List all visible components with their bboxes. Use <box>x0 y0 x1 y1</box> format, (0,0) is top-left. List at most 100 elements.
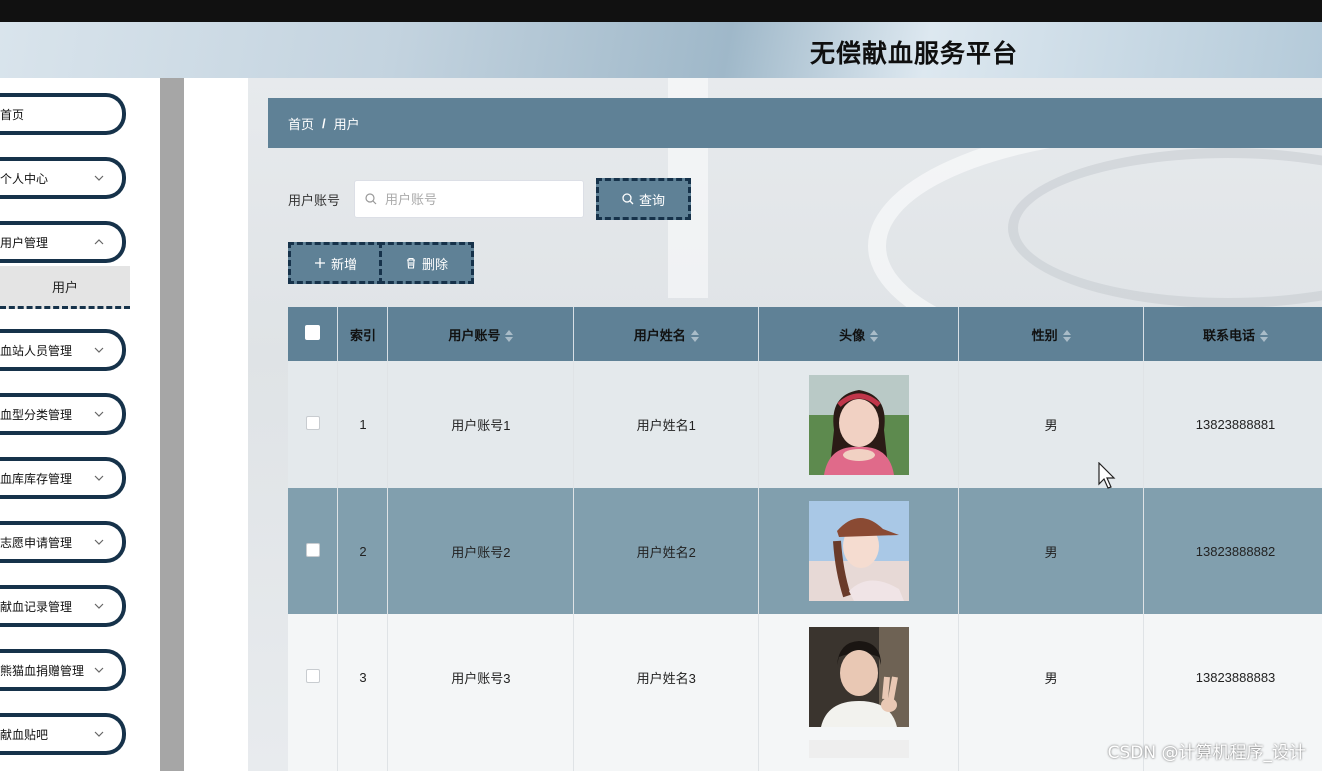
avatar-boy-peace[interactable] <box>808 627 909 727</box>
sidebar-item-label: 血型分类管理 <box>0 407 73 422</box>
chevron-down-icon <box>94 667 104 673</box>
sidebar-item-donation-records[interactable]: 献血记录管理 <box>0 585 126 627</box>
sidebar-item-label: 血库库存管理 <box>0 471 73 486</box>
chevron-down-icon <box>94 411 104 417</box>
add-button-label: 新增 <box>330 256 357 272</box>
cell-account: 用户账号3 <box>387 614 575 740</box>
sidebar-item-blood-type[interactable]: 血型分类管理 <box>0 393 126 435</box>
chevron-down-icon <box>94 603 104 609</box>
submenu-item-user[interactable]: 用户 <box>0 266 130 309</box>
cell-gender: 男 <box>958 614 1145 740</box>
sidebar-item-forum[interactable]: 献血贴吧 <box>0 713 126 755</box>
avatar-girl-headband[interactable] <box>808 374 909 475</box>
search-icon <box>622 193 634 205</box>
column-header-name[interactable]: 用户姓名 <box>573 307 760 361</box>
sidebar-item-label: 献血贴吧 <box>0 727 49 742</box>
column-header-avatar[interactable]: 头像 <box>758 307 960 361</box>
column-header-phone[interactable]: 联系电话 <box>1143 307 1322 361</box>
chevron-up-icon <box>94 239 104 245</box>
chevron-down-icon <box>94 475 104 481</box>
table-row[interactable]: 3 用户账号3 用户姓名3 男 13823888883 <box>288 614 1322 740</box>
avatar-girl-cap[interactable] <box>808 501 909 601</box>
action-bar: 新增 删除 <box>288 242 474 284</box>
column-header-label: 联系电话 <box>1203 327 1256 343</box>
sort-icon[interactable] <box>1062 330 1071 343</box>
column-header-account[interactable]: 用户账号 <box>387 307 575 361</box>
delete-button-label: 删除 <box>421 256 448 272</box>
column-header-label: 头像 <box>839 327 866 343</box>
cell-phone: 13823888882 <box>1143 488 1322 614</box>
sidebar: 首页 个人中心 用户管理 用户 血站人员管理 血型分类管理 血库库存管理 志愿申… <box>0 78 160 771</box>
cell-index: 1 <box>337 361 389 488</box>
cell-name: 用户姓名1 <box>573 361 760 488</box>
app-title: 无偿献血服务平台 <box>810 39 1019 68</box>
sidebar-scrollbar[interactable] <box>160 78 184 771</box>
cell-phone: 13823888881 <box>1143 361 1322 488</box>
sort-icon[interactable] <box>1260 330 1269 343</box>
cell-index <box>337 740 389 771</box>
breadcrumb: 首页 / 用户 <box>268 98 1322 148</box>
sidebar-item-blood-inventory[interactable]: 血库库存管理 <box>0 457 126 499</box>
watermark: CSDN @计算机程序_设计 <box>1107 743 1306 763</box>
breadcrumb-separator: / <box>322 115 326 131</box>
sidebar-item-label: 血站人员管理 <box>0 343 73 358</box>
row-checkbox[interactable] <box>305 416 320 430</box>
sidebar-item-label: 献血记录管理 <box>0 599 73 614</box>
column-header-gender[interactable]: 性别 <box>958 307 1145 361</box>
row-select-cell <box>288 614 339 740</box>
query-button[interactable]: 查询 <box>596 178 692 220</box>
sidebar-item-label: 熊猫血捐赠管理 <box>0 663 85 678</box>
chevron-down-icon <box>94 347 104 353</box>
sidebar-item-label: 志愿申请管理 <box>0 535 73 550</box>
table-row[interactable]: 1 用户账号1 用户姓名1 男 13823888881 <box>288 361 1322 488</box>
sidebar-item-label: 首页 <box>0 107 25 122</box>
window-top-bar <box>0 0 1322 22</box>
sidebar-item-personal-center[interactable]: 个人中心 <box>0 157 126 199</box>
table-row[interactable]: 2 用户账号2 用户姓名2 男 13823888882 <box>288 488 1322 614</box>
add-button[interactable]: 新增 <box>288 242 383 284</box>
sort-icon[interactable] <box>690 330 699 343</box>
query-button-label: 查询 <box>639 192 666 208</box>
select-all-checkbox[interactable] <box>305 325 321 340</box>
search-box[interactable] <box>354 180 585 218</box>
cell-account <box>387 740 575 771</box>
plus-icon <box>314 258 325 268</box>
search-input[interactable] <box>383 190 578 208</box>
sort-icon[interactable] <box>870 330 879 343</box>
column-header-label: 用户姓名 <box>633 327 686 343</box>
search-row: 用户账号 查询 <box>288 178 692 220</box>
sidebar-item-user-management[interactable]: 用户管理 <box>0 221 126 263</box>
row-select-cell <box>288 740 339 771</box>
cell-name: 用户姓名2 <box>573 488 760 614</box>
sidebar-item-label: 个人中心 <box>0 171 49 186</box>
spacer <box>184 78 248 771</box>
cell-index: 2 <box>337 488 389 614</box>
cell-account: 用户账号1 <box>387 361 575 488</box>
chevron-down-icon <box>94 175 104 181</box>
cell-avatar <box>758 614 960 740</box>
breadcrumb-current: 用户 <box>333 116 360 132</box>
sidebar-item-volunteer-application[interactable]: 志愿申请管理 <box>0 521 126 563</box>
column-header-label: 性别 <box>1031 327 1058 343</box>
search-label: 用户账号 <box>288 192 341 208</box>
breadcrumb-home[interactable]: 首页 <box>288 114 314 133</box>
sidebar-item-blood-station-staff[interactable]: 血站人员管理 <box>0 329 126 371</box>
delete-button[interactable]: 删除 <box>379 242 474 284</box>
row-checkbox[interactable] <box>305 542 320 557</box>
sidebar-item-panda-blood[interactable]: 熊猫血捐赠管理 <box>0 649 126 691</box>
cell-name: 用户姓名3 <box>573 614 760 740</box>
cell-account: 用户账号2 <box>387 488 575 614</box>
user-table: 索引 用户账号 用户姓名 头像 性别 联系电话 1 用户账号1 用户姓名1 男 … <box>288 307 1322 771</box>
avatar-partial <box>808 740 909 758</box>
sort-icon[interactable] <box>505 330 514 343</box>
mouse-cursor-icon <box>1098 462 1116 489</box>
cell-avatar <box>758 488 960 614</box>
cell-phone: 13823888883 <box>1143 614 1322 740</box>
cell-name <box>573 740 760 771</box>
chevron-down-icon <box>94 731 104 737</box>
row-checkbox[interactable] <box>305 668 320 683</box>
column-header-label: 用户账号 <box>448 327 501 343</box>
sidebar-item-home[interactable]: 首页 <box>0 93 126 135</box>
cell-gender: 男 <box>958 488 1145 614</box>
cell-avatar <box>758 740 960 771</box>
